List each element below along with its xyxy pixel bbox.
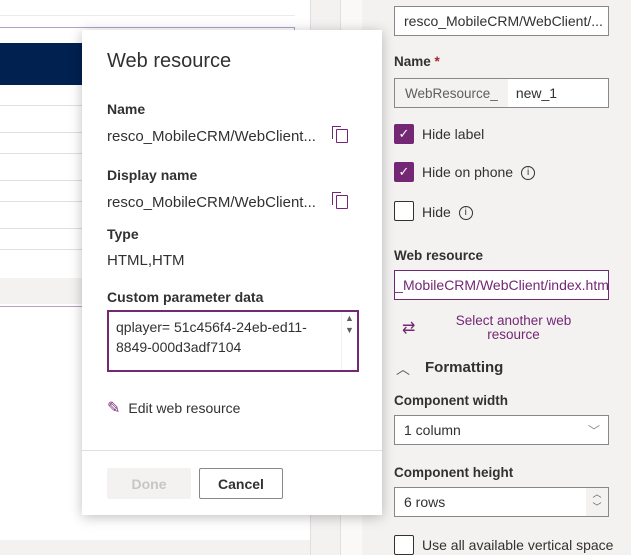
label-value: resco_MobileCRM/WebClient/... xyxy=(404,13,603,29)
type-value: HTML,HTM xyxy=(107,252,185,269)
use-all-space-text: Use all available vertical space xyxy=(422,537,614,553)
dialog-divider xyxy=(82,450,382,451)
component-width-dropdown[interactable]: 1 column ﹀ xyxy=(394,415,609,445)
web-resource-label: Web resource xyxy=(394,248,484,263)
info-icon[interactable]: i xyxy=(458,206,473,221)
chevron-down-icon: ﹀ xyxy=(587,423,600,438)
info-icon[interactable]: i xyxy=(521,166,536,181)
done-button[interactable]: Done xyxy=(107,468,191,499)
textarea-scrollbar[interactable]: ▲ ▼ xyxy=(341,312,357,370)
name-label: Name xyxy=(107,101,146,117)
swap-arrows-icon[interactable]: ⇄ xyxy=(402,318,415,338)
component-width-value: 1 column xyxy=(404,422,461,438)
hide-text: Hide xyxy=(422,204,451,220)
name-label-text: Name xyxy=(394,54,431,69)
name-label: Name * xyxy=(394,54,440,69)
hide-label-checkbox[interactable]: ✓ xyxy=(394,124,414,144)
chevron-up-icon[interactable]: ︿ xyxy=(396,359,410,379)
type-label: Type xyxy=(107,226,139,242)
web-resource-input[interactable]: resco_MobileCRM/WebClient/index.html xyxy=(394,270,609,300)
edit-web-resource-link[interactable]: ✎ Edit web resource xyxy=(107,398,240,418)
pencil-icon: ✎ xyxy=(107,400,121,417)
component-height-value: 6 rows xyxy=(404,494,446,510)
component-height-stepper[interactable]: 6 rows ︿ ﹀ xyxy=(394,487,609,517)
copy-icon[interactable] xyxy=(332,192,348,209)
use-all-space-checkbox[interactable] xyxy=(394,535,414,555)
display-name-value: resco_MobileCRM/WebClient... xyxy=(107,194,316,211)
divider xyxy=(0,15,295,16)
hide-checkbox[interactable] xyxy=(394,201,414,221)
cancel-button[interactable]: Cancel xyxy=(199,468,283,499)
custom-parameter-value: qplayer= 51c456f4-24eb-ed11-8849-000d3ad… xyxy=(116,319,307,355)
display-name-label: Display name xyxy=(107,167,198,183)
name-value: new_1 xyxy=(515,85,558,101)
edit-web-resource-text: Edit web resource xyxy=(128,400,241,416)
component-height-label: Component height xyxy=(394,465,514,480)
copy-icon[interactable] xyxy=(332,126,348,143)
custom-parameter-textarea[interactable]: qplayer= 51c456f4-24eb-ed11-8849-000d3ad… xyxy=(107,310,359,372)
dialog-title: Web resource xyxy=(107,50,232,72)
stepper-arrows-icon[interactable]: ︿ ﹀ xyxy=(586,488,608,516)
hide-on-phone-text: Hide on phone xyxy=(422,164,514,180)
name-input[interactable]: WebResource_ new_1 xyxy=(394,78,609,108)
required-marker: * xyxy=(434,54,440,69)
web-resource-dialog: Web resource Name resco_MobileCRM/WebCli… xyxy=(82,30,382,515)
label-input[interactable]: resco_MobileCRM/WebClient/... xyxy=(394,6,609,36)
formatting-section-header[interactable]: Formatting xyxy=(425,359,503,376)
custom-parameter-label: Custom parameter data xyxy=(107,289,264,305)
component-width-label: Component width xyxy=(394,393,508,408)
hide-label-text: Hide label xyxy=(422,126,485,142)
select-another-web-resource-link[interactable]: Select another web resource xyxy=(446,314,581,342)
web-resource-value: resco_MobileCRM/WebClient/index.html xyxy=(395,277,609,293)
name-value: resco_MobileCRM/WebClient... xyxy=(107,128,316,145)
name-prefix: WebResource_ xyxy=(395,79,508,107)
hide-on-phone-checkbox[interactable]: ✓ xyxy=(394,162,414,182)
